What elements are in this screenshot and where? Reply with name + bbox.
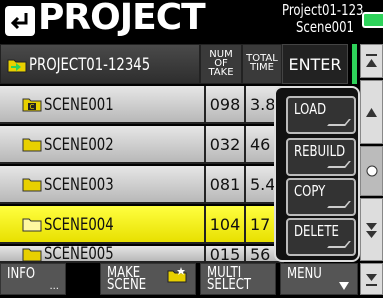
current-path: PROJECT01-12345 — [29, 55, 151, 75]
battery-icon — [362, 12, 383, 28]
scroll-top-icon — [366, 54, 377, 67]
enter-arrow-icon — [327, 241, 351, 248]
take-count-cell: 015 — [204, 246, 244, 261]
menu-arrow-icon — [339, 282, 349, 290]
scroll-top-button[interactable] — [360, 44, 383, 78]
folder-open-icon — [22, 218, 42, 232]
list-position-indicator — [352, 44, 357, 84]
scene-action-popup: LOAD REBUILD COPY DELETE — [274, 86, 360, 262]
folder-icon — [22, 138, 42, 152]
take-count-cell: 032 — [204, 126, 244, 164]
rebuild-label: REBUILD — [294, 142, 346, 160]
table-row[interactable]: SCENE003 081 5.4 — [0, 166, 284, 204]
scroll-thumb-icon — [366, 165, 378, 177]
scene-name-cell: SCENE001 — [44, 95, 114, 115]
scene-name-cell: SCENE003 — [44, 175, 114, 195]
scene-name-cell: SCENE004 — [44, 215, 114, 235]
parent-folder-button[interactable]: PROJECT01-12345 — [0, 44, 200, 84]
svg-text:C: C — [30, 103, 35, 111]
info-label: INFO — [7, 264, 36, 282]
multi-select-label: MULTI SELECT — [207, 263, 252, 293]
enter-arrow-icon — [327, 161, 351, 168]
num-of-take-header: NUM OF TAKE — [200, 44, 242, 84]
table-row-selected[interactable]: SCENE004 104 17 — [0, 206, 284, 244]
table-row[interactable]: C SCENE001 098 3.8 — [0, 86, 284, 124]
back-arrow-icon[interactable] — [4, 5, 36, 37]
delete-label: DELETE — [294, 222, 339, 240]
enter-arrow-icon — [327, 201, 351, 208]
scroll-up-button[interactable] — [360, 80, 383, 144]
info-button[interactable]: INFO ... — [0, 263, 66, 295]
multi-select-button[interactable]: MULTI SELECT — [200, 263, 276, 295]
rebuild-button[interactable]: REBUILD — [286, 138, 356, 176]
more-dots: ... — [49, 281, 59, 292]
current-scene-folder-icon: C — [22, 98, 42, 112]
table-row[interactable]: SCENE005 015 56 — [0, 246, 284, 263]
load-button[interactable]: LOAD — [286, 96, 356, 134]
scene-name-cell: SCENE002 — [44, 135, 114, 155]
scene-name-cell: SCENE005 — [44, 246, 114, 263]
take-count-cell: 081 — [204, 166, 244, 204]
scroll-up-icon — [366, 108, 377, 117]
copy-button[interactable]: COPY — [286, 178, 356, 216]
scroll-bottom-button[interactable] — [360, 263, 383, 295]
take-count-cell: 098 — [204, 86, 244, 124]
make-scene-label: MAKE SCENE — [107, 263, 147, 293]
enter-button[interactable]: ENTER — [282, 44, 348, 84]
menu-label: MENU — [287, 264, 322, 282]
scroll-down-button[interactable] — [360, 198, 383, 261]
take-count-cell: 104 — [204, 206, 244, 244]
new-folder-icon — [167, 267, 187, 283]
delete-button[interactable]: DELETE — [286, 218, 356, 256]
load-label: LOAD — [294, 100, 327, 118]
copy-label: COPY — [294, 182, 326, 200]
page-title: PROJECT — [38, 0, 206, 38]
total-time-header: TOTAL TIME — [242, 44, 282, 84]
scroll-bottom-icon — [366, 274, 377, 286]
parent-folder-icon — [7, 59, 27, 73]
menu-button[interactable]: MENU — [280, 263, 358, 295]
enter-arrow-icon — [327, 119, 351, 126]
scroll-thumb[interactable] — [360, 146, 383, 196]
table-row[interactable]: SCENE002 032 46 — [0, 126, 284, 164]
scroll-down-icon — [366, 223, 377, 238]
scene-name: Scene001 — [296, 18, 355, 36]
make-scene-button[interactable]: MAKE SCENE — [100, 263, 196, 295]
folder-icon — [22, 248, 42, 261]
folder-icon — [22, 178, 42, 192]
